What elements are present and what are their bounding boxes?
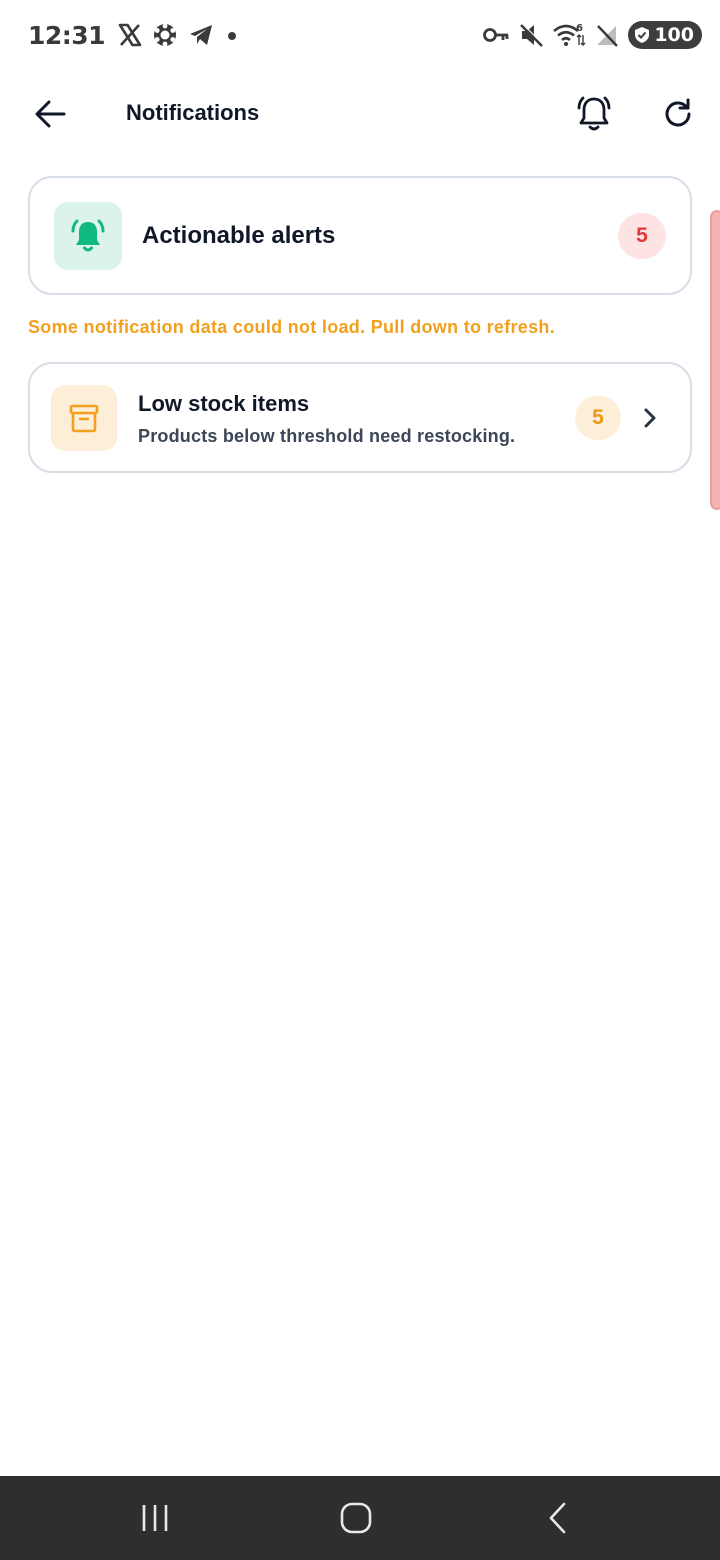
- low-stock-icon-box: [51, 385, 117, 451]
- recents-button[interactable]: [131, 1494, 179, 1542]
- battery-shield-icon: [635, 27, 650, 43]
- actionable-alerts-count-badge: 5: [618, 213, 666, 259]
- refresh-button[interactable]: [656, 92, 700, 136]
- status-bar: 12:31 6 100: [0, 0, 720, 70]
- arrow-left-icon: [35, 100, 66, 128]
- back-icon: [549, 1502, 566, 1534]
- system-back-button[interactable]: [535, 1494, 583, 1542]
- low-stock-items-title: Low stock items: [138, 391, 310, 416]
- low-stock-items-card[interactable]: Low stock items Products below threshold…: [28, 362, 692, 473]
- vpn-key-icon: [482, 23, 510, 47]
- low-stock-items-subtitle: Products below threshold need restocking…: [138, 426, 516, 446]
- page-title: Notifications: [126, 100, 260, 125]
- load-warning-message: Some notification data could not load. P…: [28, 317, 556, 337]
- chevron-right-icon: [636, 404, 664, 432]
- alerts-bell-button[interactable]: [572, 92, 616, 136]
- telegram-icon: [187, 21, 215, 49]
- battery-indicator: 100: [628, 21, 702, 49]
- battery-level: 100: [654, 24, 694, 46]
- archive-box-icon: [69, 404, 99, 433]
- actionable-alerts-title: Actionable alerts: [142, 222, 336, 249]
- refresh-icon: [665, 98, 691, 127]
- dot-icon: [223, 26, 241, 44]
- status-system-icons: 6 100: [482, 21, 702, 49]
- bell-ringing-icon: [577, 96, 611, 131]
- system-navigation-bar: [0, 1476, 720, 1560]
- no-signal-icon: [594, 22, 620, 48]
- mute-icon: [518, 22, 545, 48]
- edge-panel-handle[interactable]: [710, 210, 720, 510]
- settings-app-icon: [151, 21, 179, 49]
- recents-icon: [142, 1505, 168, 1531]
- status-notification-icons: [117, 21, 241, 49]
- status-time: 12:31: [28, 20, 106, 50]
- actionable-alerts-card[interactable]: Actionable alerts 5: [28, 176, 692, 295]
- bell-ringing-icon: [71, 219, 105, 252]
- back-button[interactable]: [28, 92, 72, 136]
- alerts-icon-box: [54, 202, 122, 270]
- wifi-label: 6: [576, 23, 583, 34]
- home-icon: [340, 1502, 372, 1534]
- x-app-icon: [117, 22, 143, 48]
- app-bar: Notifications: [0, 76, 720, 152]
- home-button[interactable]: [332, 1494, 380, 1542]
- low-stock-count-badge: 5: [575, 396, 621, 440]
- wifi-icon: 6: [552, 21, 586, 49]
